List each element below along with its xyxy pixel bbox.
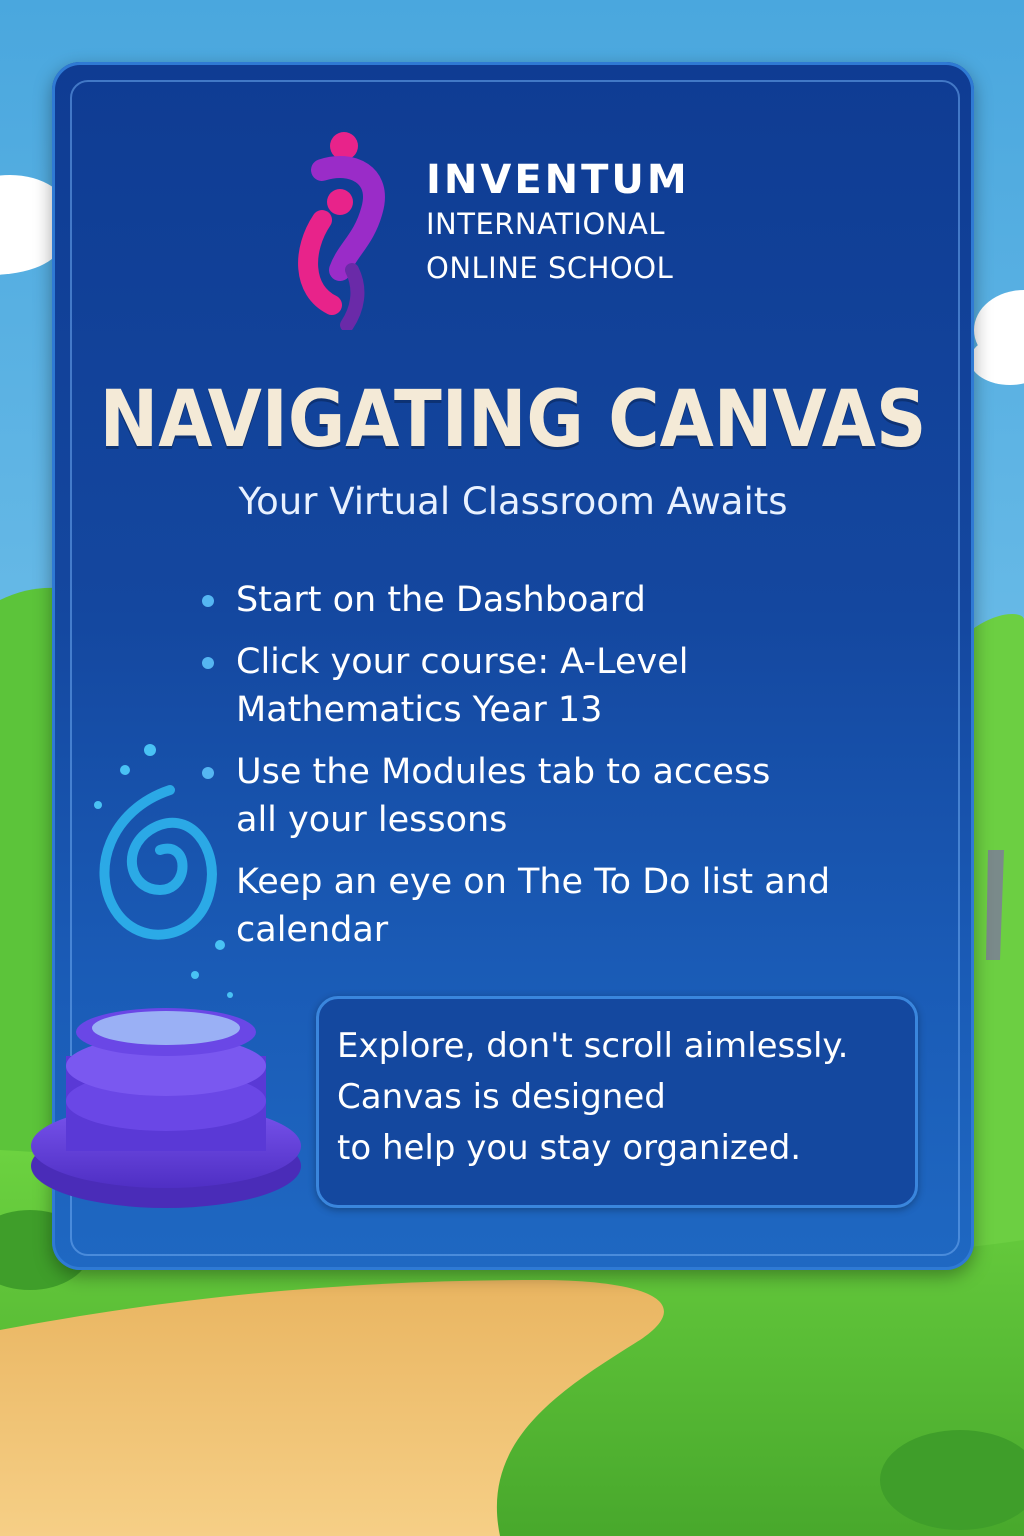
tip-line1: Explore, don't scroll aimlessly. — [337, 1026, 849, 1066]
list-item: Click your course: A-Level Mathematics Y… — [200, 638, 920, 734]
list-item: Use the Modules tab to access all your l… — [200, 748, 920, 844]
bullet-dot-icon — [202, 595, 214, 607]
list-item-line2: calendar — [236, 910, 389, 950]
list-item-line1: Use the Modules tab to access — [236, 752, 771, 792]
podium-decoration — [31, 1008, 301, 1208]
list-item-line1: Click your course: A-Level — [236, 642, 689, 682]
tip-line3: to help you stay organized. — [337, 1128, 802, 1168]
bullet-dot-icon — [202, 657, 214, 669]
list-item: Keep an eye on The To Do list and calend… — [200, 858, 920, 954]
tip-text: Explore, don't scroll aimlessly. Canvas … — [337, 1021, 848, 1174]
list-item-line1: Start on the Dashboard — [236, 580, 646, 620]
school-name: INVENTUM INTERNATIONAL ONLINE SCHOOL — [426, 158, 690, 290]
list-item-line2: Mathematics Year 13 — [236, 690, 603, 730]
steps-list: Start on the Dashboard Click your course… — [200, 576, 920, 968]
school-name-line1: INVENTUM — [426, 157, 690, 203]
list-item: Start on the Dashboard — [200, 576, 920, 624]
bullet-dot-icon — [202, 767, 214, 779]
school-name-line2: INTERNATIONAL — [426, 207, 665, 241]
page-subtitle: Your Virtual Classroom Awaits — [238, 480, 788, 523]
page-title: NAVIGATING CANVAS — [99, 373, 927, 465]
school-name-line3: ONLINE SCHOOL — [426, 251, 674, 285]
tip-line2: Canvas is designed — [337, 1077, 666, 1117]
list-item-line2: all your lessons — [236, 800, 508, 840]
list-item-line1: Keep an eye on The To Do list and — [236, 862, 831, 902]
school-logo-icon — [298, 132, 385, 330]
tip-box: Explore, don't scroll aimlessly. Canvas … — [316, 996, 918, 1208]
